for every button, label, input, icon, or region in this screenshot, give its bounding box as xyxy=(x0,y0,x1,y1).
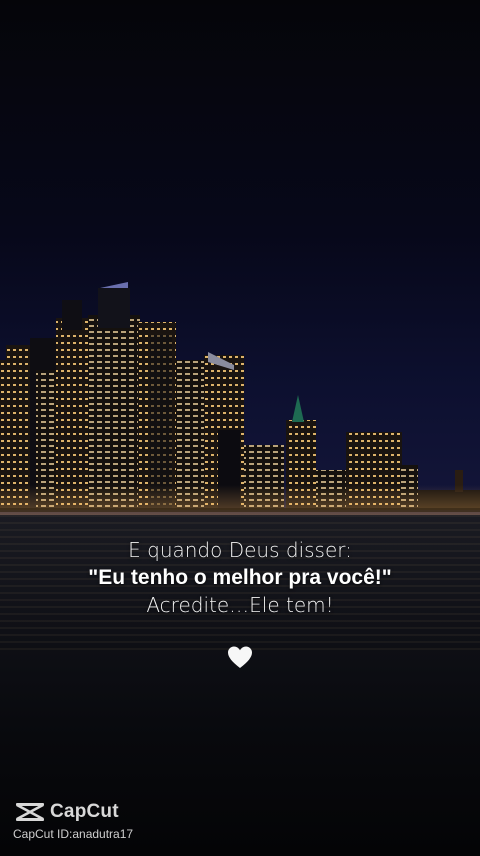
capcut-id-text: CapCut ID:anadutra17 xyxy=(13,827,134,841)
city-skyline xyxy=(0,282,480,515)
quote-block: E quando Deus disser: "Eu tenho o melhor… xyxy=(0,536,480,619)
quote-line-2-bold: "Eu tenho o melhor pra você!" xyxy=(88,566,392,589)
capcut-logo-icon xyxy=(16,803,44,821)
white-heart-icon xyxy=(228,646,252,668)
capcut-watermark: CapCut xyxy=(14,799,119,825)
capcut-brand-name: CapCut xyxy=(50,801,119,822)
quote-line-1: E quando Deus disser: xyxy=(128,538,352,562)
night-city-photo xyxy=(0,0,480,856)
quote-line-3: Acredite…Ele tem! xyxy=(146,593,334,617)
